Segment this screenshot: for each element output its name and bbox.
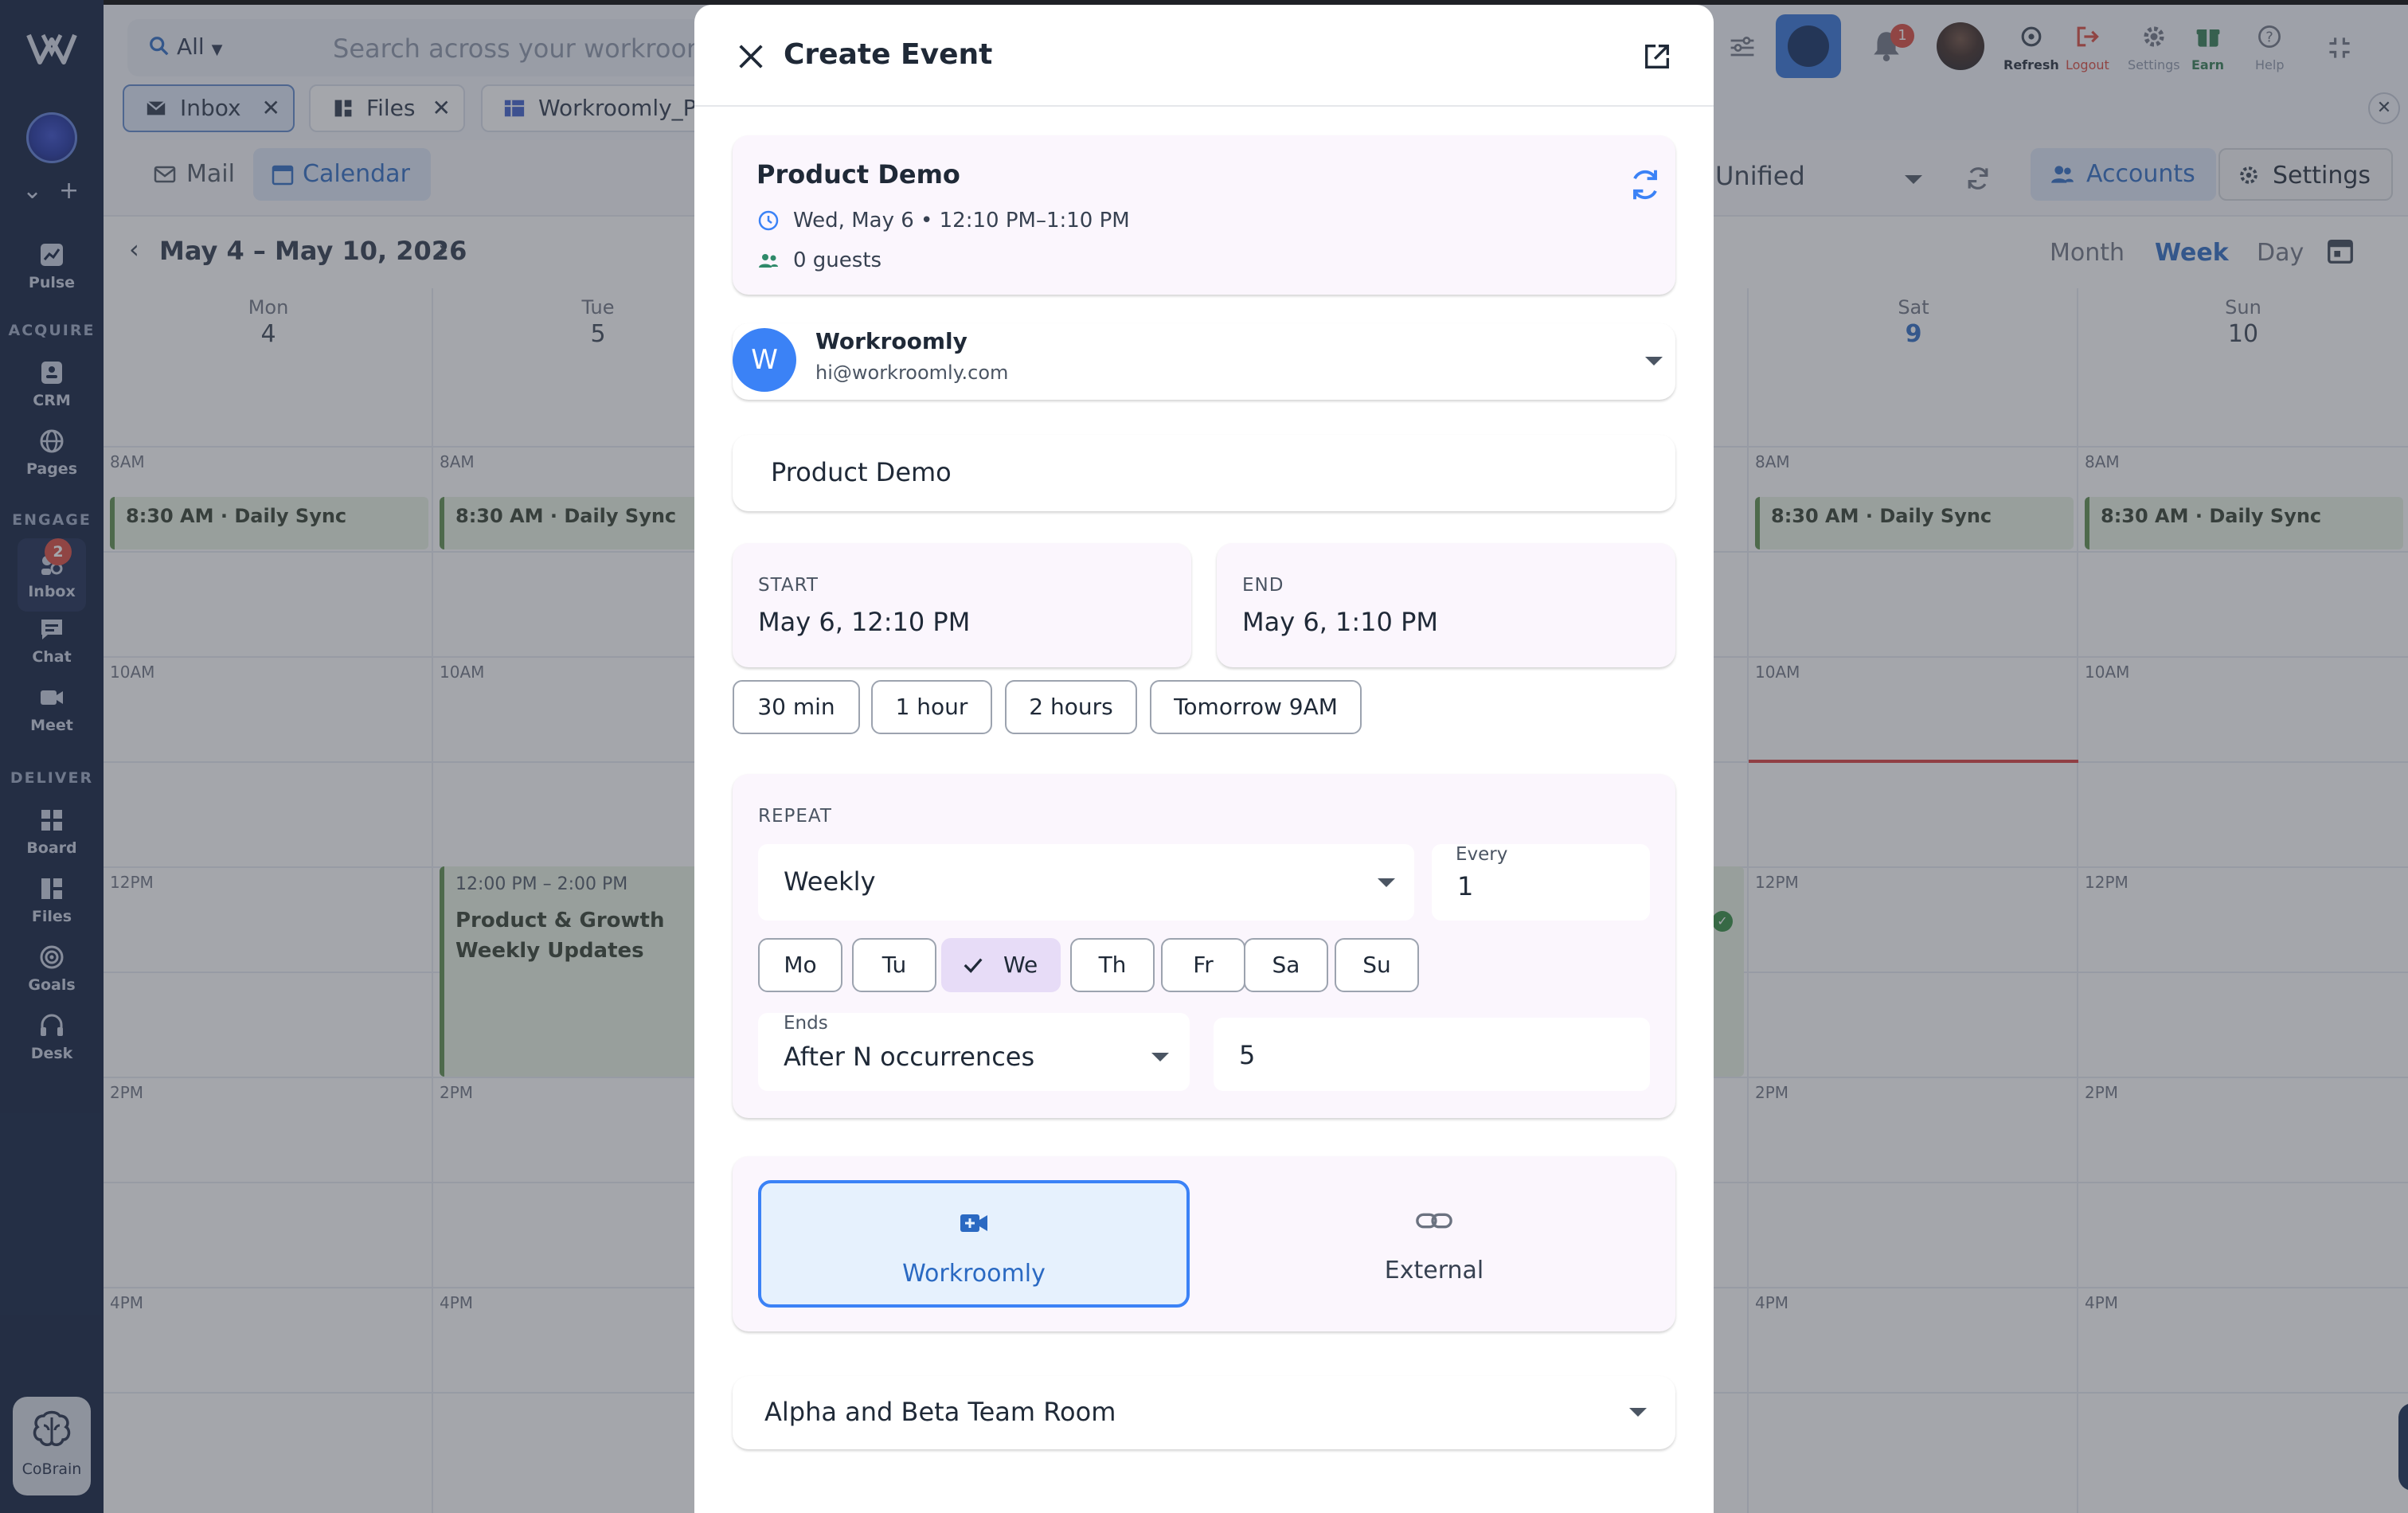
day-label: We — [1003, 952, 1038, 978]
quick-tomorrow-9am-button[interactable]: Tomorrow 9AM — [1150, 680, 1362, 734]
dialog-header: Create Event — [694, 5, 1714, 107]
dialog-title: Create Event — [784, 38, 993, 71]
summary-guests: 0 guests — [793, 248, 882, 272]
repeat-every-input[interactable]: Every 1 — [1432, 844, 1650, 921]
every-value: 1 — [1457, 871, 1474, 901]
provider-workroomly-option[interactable]: Workroomly — [758, 1180, 1190, 1308]
occurrences-value: 5 — [1239, 1040, 1256, 1070]
link-icon — [1416, 1213, 1452, 1229]
room-value: Alpha and Beta Team Room — [764, 1397, 1116, 1427]
sync-icon[interactable] — [1624, 164, 1666, 205]
video-plus-icon — [960, 1214, 987, 1232]
repeat-label: REPEAT — [758, 806, 832, 827]
caret-down-icon — [1629, 1408, 1647, 1417]
day-toggle-th[interactable]: Th — [1070, 938, 1155, 992]
caret-down-icon — [1151, 1053, 1169, 1061]
day-toggle-mo[interactable]: Mo — [758, 938, 842, 992]
ends-label: Ends — [784, 1013, 828, 1034]
quick-1-hour-button[interactable]: 1 hour — [871, 680, 992, 734]
day-toggle-tu[interactable]: Tu — [852, 938, 936, 992]
create-event-dialog: Create Event Product Demo Wed, May 6 • 1… — [694, 5, 1714, 1513]
end-label: END — [1242, 575, 1284, 596]
event-title-value: Product Demo — [771, 457, 952, 487]
repeat-frequency-select[interactable]: Weekly — [758, 844, 1414, 921]
day-toggle-we[interactable]: We — [941, 938, 1061, 992]
provider-label: Workroomly — [902, 1260, 1046, 1288]
account-email: hi@workroomly.com — [815, 362, 1009, 384]
account-avatar: W — [733, 328, 796, 392]
caret-down-icon — [1378, 878, 1395, 887]
start-label: START — [758, 575, 819, 596]
end-value: May 6, 1:10 PM — [1242, 607, 1438, 637]
room-select[interactable]: Alpha and Beta Team Room — [733, 1376, 1675, 1449]
check-icon — [964, 958, 983, 973]
repeat-ends-select[interactable]: Ends After N occurrences — [758, 1013, 1190, 1091]
close-icon[interactable] — [736, 41, 766, 72]
frequency-value: Weekly — [784, 866, 876, 897]
event-summary-card: Product Demo Wed, May 6 • 12:10 PM–1:10 … — [733, 135, 1675, 295]
occurrences-input[interactable]: 5 — [1214, 1018, 1650, 1091]
clock-icon — [758, 210, 779, 231]
guests-icon — [759, 254, 778, 268]
start-field[interactable]: START May 6, 12:10 PM — [733, 543, 1191, 667]
ends-value: After N occurrences — [784, 1042, 1035, 1072]
end-field[interactable]: END May 6, 1:10 PM — [1217, 543, 1675, 667]
quick-2-hours-button[interactable]: 2 hours — [1005, 680, 1137, 734]
caret-down-icon — [1645, 357, 1663, 366]
every-label: Every — [1456, 844, 1508, 865]
start-value: May 6, 12:10 PM — [758, 607, 971, 637]
day-toggle-sa[interactable]: Sa — [1244, 938, 1328, 992]
account-name: Workroomly — [815, 328, 968, 354]
quick-30-min-button[interactable]: 30 min — [733, 680, 860, 734]
summary-title: Product Demo — [756, 159, 960, 190]
day-toggle-fr[interactable]: Fr — [1161, 938, 1245, 992]
provider-label: External — [1384, 1257, 1484, 1284]
summary-datetime: Wed, May 6 • 12:10 PM–1:10 PM — [793, 209, 1130, 233]
open-external-icon[interactable] — [1642, 41, 1672, 72]
account-select[interactable]: W Workroomly hi@workroomly.com — [733, 323, 1675, 400]
event-title-input[interactable]: Product Demo — [733, 435, 1675, 511]
day-toggle-su[interactable]: Su — [1335, 938, 1419, 992]
provider-external-option[interactable]: External — [1218, 1180, 1650, 1308]
